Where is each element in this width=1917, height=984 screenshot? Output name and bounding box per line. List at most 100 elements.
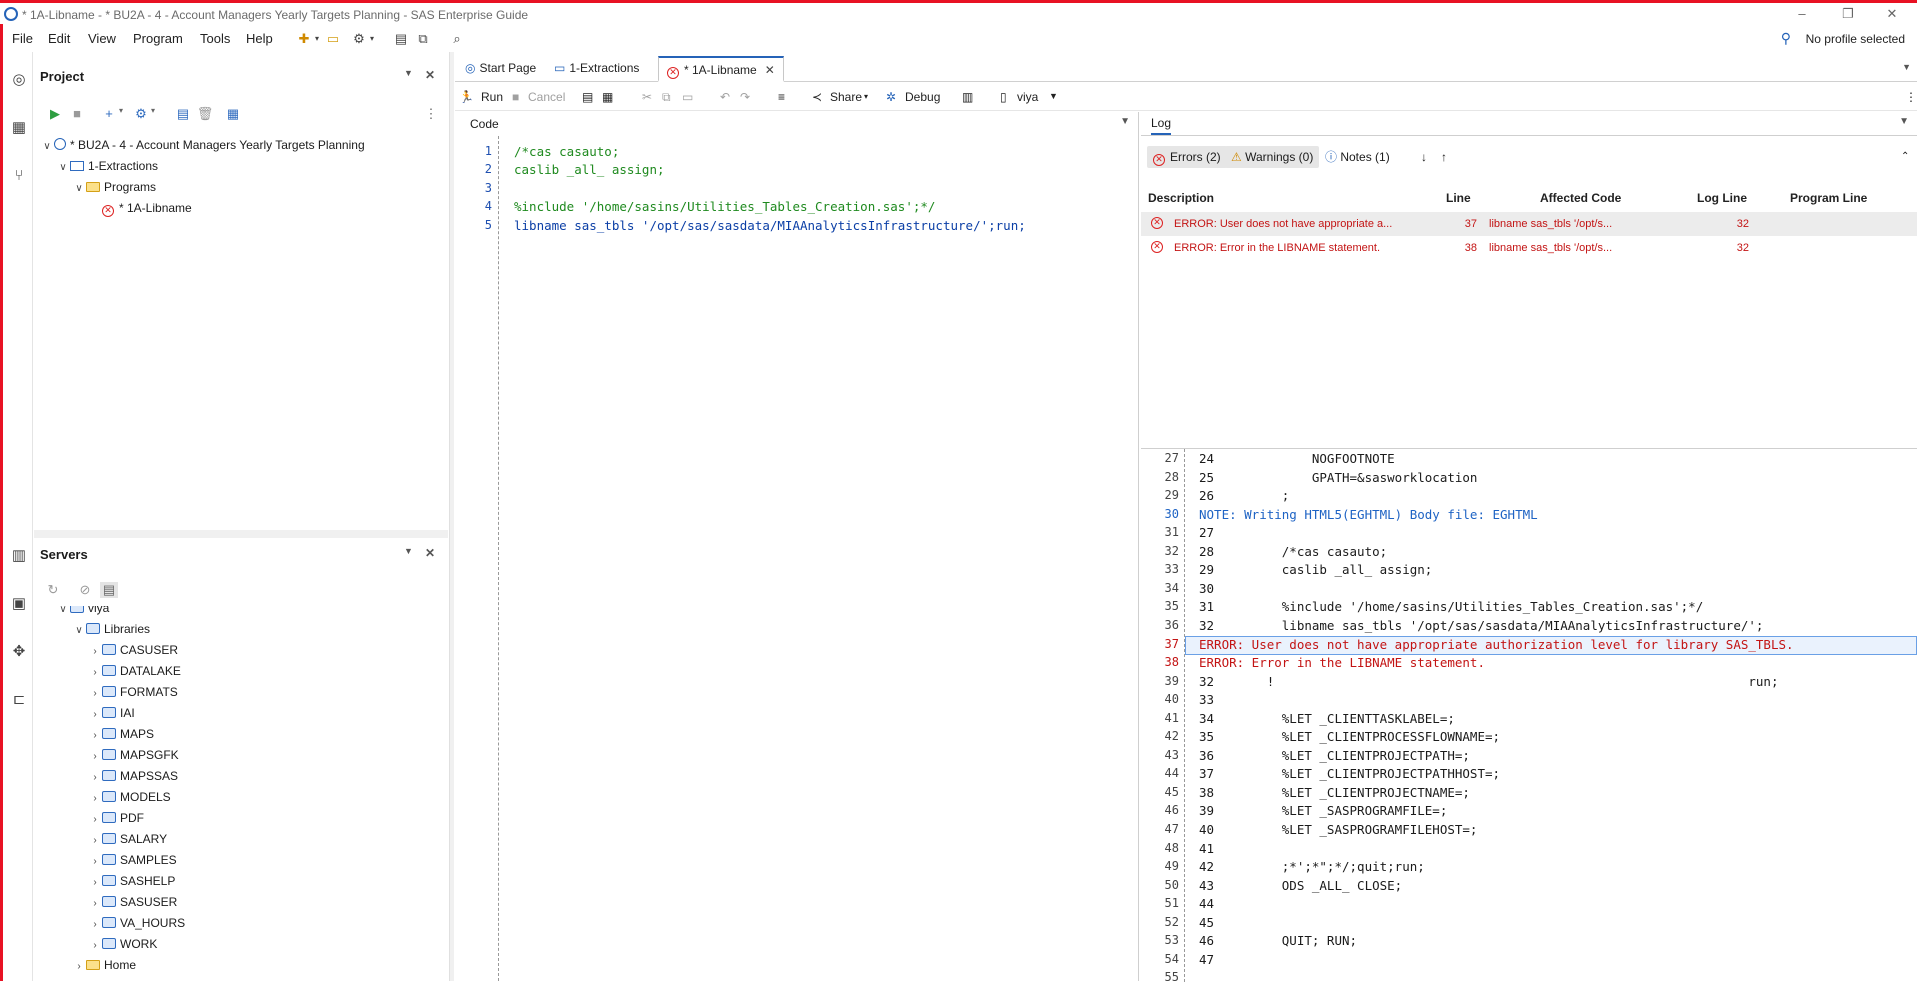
chevron-down-icon[interactable]: ▼ xyxy=(1049,91,1058,101)
run-icon[interactable]: ▶ xyxy=(46,106,64,122)
tree-item-library[interactable]: › CASUSER xyxy=(88,640,178,660)
save-as-icon[interactable]: ▦ xyxy=(602,90,613,104)
redo-icon[interactable]: ↷ xyxy=(740,90,750,104)
tree-item-program[interactable]: ✕ * 1A-Libname xyxy=(102,198,192,218)
chevron-right-icon[interactable]: › xyxy=(72,957,86,977)
chevron-down-icon[interactable]: ∨ xyxy=(72,621,86,641)
tab-1-extractions[interactable]: ▭ 1-Extractions xyxy=(546,56,647,82)
column-header-log-line[interactable]: Log Line xyxy=(1697,191,1747,205)
chevron-down-icon[interactable]: ▾ xyxy=(309,31,325,47)
tree-item-library[interactable]: › SALARY xyxy=(88,829,167,849)
chevron-right-icon[interactable]: › xyxy=(88,789,102,809)
next-message-icon[interactable]: ↓ xyxy=(1415,146,1433,168)
open-folder-icon[interactable]: ▭ xyxy=(325,31,341,47)
window-cascade-icon[interactable]: ⧉ xyxy=(415,31,431,47)
git-repository-icon[interactable]: ⑂ xyxy=(9,166,29,186)
log-tab[interactable]: Log xyxy=(1151,116,1172,135)
chevron-right-icon[interactable]: › xyxy=(88,873,102,893)
maximize-icon[interactable]: ❐ xyxy=(1836,5,1860,23)
menu-program[interactable]: Program xyxy=(133,31,183,46)
share-icon[interactable]: ≺ xyxy=(812,90,822,104)
more-options-icon[interactable]: ⋮ xyxy=(1905,90,1917,104)
close-icon[interactable]: ✕ xyxy=(1880,5,1904,23)
chevron-right-icon[interactable]: › xyxy=(88,894,102,914)
column-header-program-line[interactable]: Program Line xyxy=(1790,191,1867,205)
save-icon[interactable]: ▤ xyxy=(582,90,593,104)
collapse-icon[interactable]: ⌃ xyxy=(1895,146,1915,168)
menu-help[interactable]: Help xyxy=(246,31,273,46)
stop-icon[interactable]: ■ xyxy=(68,106,86,121)
undo-icon[interactable]: ↶ xyxy=(720,90,730,104)
prompts-view-icon[interactable]: ⊏ xyxy=(9,690,29,710)
chevron-down-icon[interactable]: ▾ xyxy=(144,106,162,115)
run-figure-icon[interactable]: 🏃 xyxy=(459,90,474,104)
tree-item-library[interactable]: › PDF xyxy=(88,808,144,828)
chevron-right-icon[interactable]: › xyxy=(88,810,102,830)
log-text[interactable]: 24 NOGFOOTNOTE 25 GPATH=&sasworklocation 2… xyxy=(1141,449,1917,982)
menu-edit[interactable]: Edit xyxy=(48,31,70,46)
run-button[interactable]: Run xyxy=(481,90,503,104)
chevron-right-icon[interactable]: › xyxy=(88,936,102,956)
menu-file[interactable]: File xyxy=(12,31,33,46)
column-header-affected-code[interactable]: Affected Code xyxy=(1540,191,1621,205)
export-icon[interactable]: ▦ xyxy=(224,106,242,122)
more-options-icon[interactable]: ⋮ xyxy=(422,106,440,122)
window-layout-icon[interactable]: ▤ xyxy=(393,31,409,47)
tree-item-library[interactable]: › VA_HOURS xyxy=(88,913,185,933)
open-items-icon[interactable]: ▦ xyxy=(9,118,29,138)
properties-icon[interactable]: ▤ xyxy=(174,106,192,122)
log-message-row[interactable]: ✕ ERROR: Error in the LIBNAME statement. 3… xyxy=(1141,236,1917,260)
stop-icon[interactable]: ■ xyxy=(512,90,519,104)
refresh-icon[interactable]: ↻ xyxy=(44,582,62,598)
minimize-icon[interactable]: – xyxy=(1790,5,1814,23)
chevron-right-icon[interactable]: › xyxy=(88,768,102,788)
share-button[interactable]: Share xyxy=(830,90,862,104)
panel-menu-icon[interactable]: ▼ xyxy=(404,546,413,556)
disconnect-icon[interactable]: ⊘ xyxy=(76,582,94,598)
tasks-view-icon[interactable]: ✥ xyxy=(9,642,29,662)
chevron-right-icon[interactable]: › xyxy=(88,831,102,851)
servers-view-icon[interactable]: ▥ xyxy=(9,546,29,566)
cut-icon[interactable]: ✂ xyxy=(642,90,652,104)
copy-icon[interactable]: ⧉ xyxy=(662,90,671,105)
tree-item-library[interactable]: › SASUSER xyxy=(88,892,177,912)
project-view-icon[interactable]: ◎ xyxy=(9,70,29,90)
chevron-right-icon[interactable]: › xyxy=(88,852,102,872)
tab-1a-libname[interactable]: ✕ * 1A-Libname ✕ xyxy=(658,56,784,82)
tree-item-library[interactable]: › FORMATS xyxy=(88,682,177,702)
chevron-down-icon[interactable]: ∨ xyxy=(56,158,70,178)
chevron-right-icon[interactable]: › xyxy=(88,915,102,935)
profile-selector[interactable]: No profile selected xyxy=(1806,32,1905,46)
tree-item-library[interactable]: › MAPS xyxy=(88,724,154,744)
tree-item-home[interactable]: › Home xyxy=(72,955,136,975)
chevron-down-icon[interactable]: ∨ xyxy=(40,137,54,157)
tree-item-library[interactable]: › WORK xyxy=(88,934,157,954)
server-icon[interactable]: ▯ xyxy=(1000,90,1007,104)
tab-close-icon[interactable]: ✕ xyxy=(765,63,775,77)
chevron-right-icon[interactable]: › xyxy=(88,642,102,662)
chevron-down-icon[interactable]: ▾ xyxy=(864,92,868,101)
chevron-down-icon[interactable]: ▼ xyxy=(1899,116,1909,127)
code-editor[interactable]: /*cas casauto; caslib _all_ assign; %inclu… xyxy=(455,136,1139,981)
profile-icon[interactable]: ⚲ xyxy=(1781,30,1791,47)
chevron-right-icon[interactable]: › xyxy=(88,726,102,746)
chevron-down-icon[interactable]: ▾ xyxy=(364,31,380,47)
column-header-description[interactable]: Description xyxy=(1148,191,1214,205)
debug-button[interactable]: Debug xyxy=(905,90,940,104)
panel-menu-icon[interactable]: ▼ xyxy=(404,68,413,78)
tab-list-icon[interactable]: ▼ xyxy=(1902,62,1911,72)
panel-splitter[interactable] xyxy=(34,530,448,538)
files-view-icon[interactable]: ▣ xyxy=(9,594,29,614)
warnings-filter-button[interactable]: ⚠ Warnings (0) xyxy=(1225,146,1320,168)
tree-item-library[interactable]: › MAPSGFK xyxy=(88,745,178,767)
tree-item-server[interactable]: ∨ viya xyxy=(56,606,109,618)
server-selector[interactable]: viya xyxy=(1017,90,1038,104)
tree-item-library[interactable]: › IAI xyxy=(88,703,134,723)
bug-icon[interactable]: ✲ xyxy=(886,90,896,104)
menu-tools[interactable]: Tools xyxy=(200,31,230,46)
chevron-right-icon[interactable]: › xyxy=(88,747,102,767)
tree-item-library[interactable]: › SASHELP xyxy=(88,871,175,891)
chevron-down-icon[interactable]: ▾ xyxy=(112,106,130,115)
column-header-line[interactable]: Line xyxy=(1446,191,1471,205)
log-message-row[interactable]: ✕ ERROR: User does not have appropriate a… xyxy=(1141,212,1917,236)
